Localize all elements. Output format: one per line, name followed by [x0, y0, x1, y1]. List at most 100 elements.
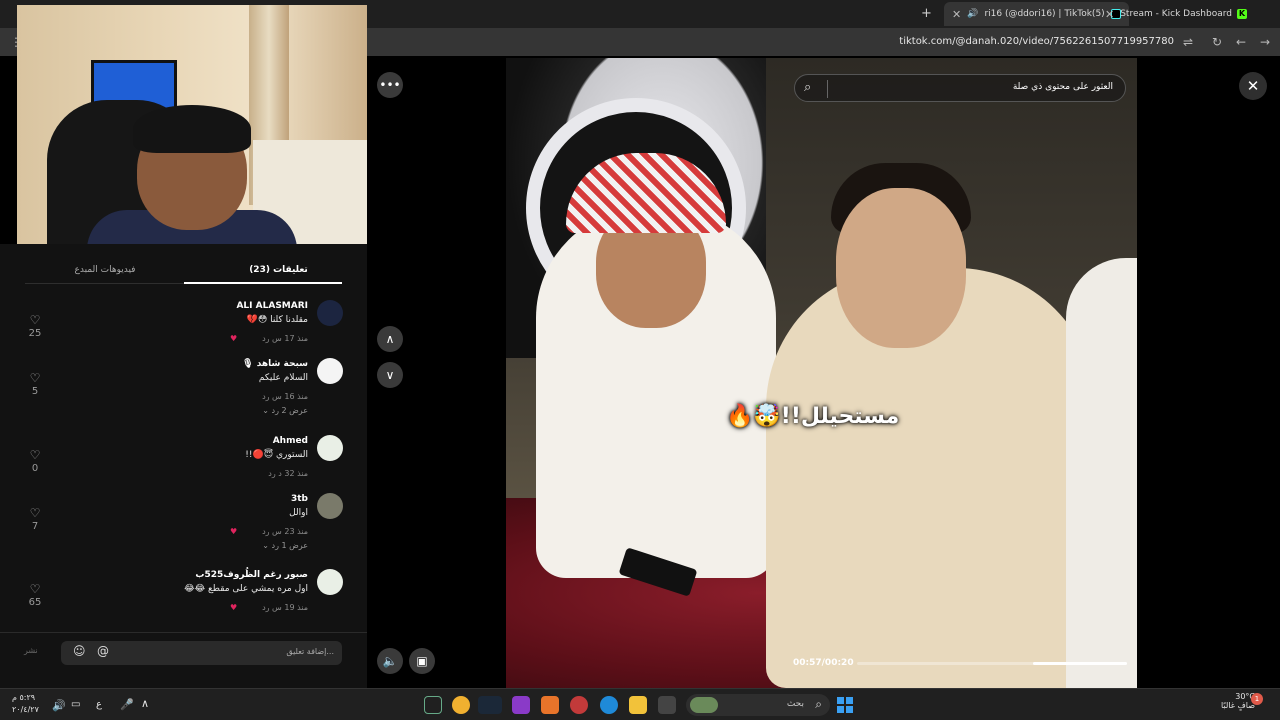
view-replies-button[interactable]: عرض 2 رد ⌄ [262, 406, 308, 415]
video-time: 00:57/00:20 [793, 658, 854, 668]
comment-meta[interactable]: منذ 17 س رد [262, 334, 308, 343]
microphone-icon[interactable]: 🎤 [120, 698, 134, 711]
video-viewer: ••• ∧ ∨ 🔈 ▣ مستحيلل!!🤯🔥 ⌕ العثور على محت… [367, 56, 1280, 688]
speaker-icon[interactable]: 🔊 [52, 699, 66, 712]
language-indicator[interactable]: ع [96, 699, 102, 710]
app-icon-4[interactable] [512, 696, 530, 714]
comment-placeholder: إضافة تعليق... [286, 647, 334, 656]
emoji-icon[interactable]: ☺ [73, 644, 86, 658]
comment-input-bar: نشر ☺ @ إضافة تعليق... [0, 632, 367, 688]
video-player[interactable]: مستحيلل!!🤯🔥 ⌕ العثور على محتوى ذي صلة 00… [506, 58, 1137, 688]
view-replies-button[interactable]: عرض 1 رد ⌄ [262, 541, 308, 550]
post-button[interactable]: نشر [24, 646, 38, 655]
comment-author[interactable]: 3tb [291, 494, 308, 504]
search-icon[interactable]: ⌕ [804, 80, 811, 95]
related-search-text: العثور على محتوى ذي صلة [1012, 82, 1113, 92]
app-icon-2[interactable] [452, 696, 470, 714]
next-video-icon[interactable]: ∨ [377, 362, 403, 388]
comment-text: السلام عليكم [258, 373, 308, 383]
tab-title: ri16 (@ddori16) | TikTok(5) [984, 9, 1105, 19]
weather-desc: صافٍ غالبًا [1221, 701, 1255, 710]
like-button[interactable]: ♡ 25 [25, 314, 45, 339]
creator-liked-icon: ♥ [230, 334, 238, 343]
file-explorer-icon[interactable] [629, 696, 647, 714]
mention-icon[interactable]: @ [97, 644, 109, 658]
comment-text: اول مره يمشي على مقطع 😂😂 [184, 584, 308, 594]
weather-temp: 30°C [1235, 692, 1255, 701]
avatar[interactable] [317, 435, 343, 461]
avatar[interactable] [317, 569, 343, 595]
close-tab-icon[interactable]: ✕ [952, 8, 961, 21]
comment-text: اوالل [289, 508, 308, 518]
volume-icon[interactable]: 🔈 [377, 648, 403, 674]
url-field[interactable]: tiktok.com/@danah.020/video/756226150771… [899, 36, 1174, 47]
network-icon[interactable]: ▭ [71, 699, 80, 710]
avatar[interactable] [317, 300, 343, 326]
video-progress-fill [1032, 662, 1127, 665]
new-tab-button[interactable]: + [921, 6, 932, 21]
heart-icon[interactable]: ♡ [25, 314, 45, 326]
comment-meta[interactable]: منذ 23 س رد [262, 527, 308, 536]
notification-badge[interactable]: 1 [1251, 693, 1263, 705]
face-center [836, 188, 966, 348]
comment-item: سبحة شاهد 🎙 السلام عليكم منذ 16 س رد عرض… [25, 358, 343, 418]
like-button[interactable]: ♡ 65 [25, 583, 45, 608]
start-button-icon[interactable] [837, 697, 853, 713]
comment-meta[interactable]: منذ 19 س رد [262, 603, 308, 612]
comment-author[interactable]: Ahmed [273, 436, 308, 446]
creator-liked-icon: ♥ [230, 527, 238, 536]
clock-time[interactable]: ٥:٢٩ م [12, 693, 35, 702]
reload-icon[interactable]: ↻ [1212, 35, 1222, 49]
forward-icon[interactable]: ← [1236, 35, 1246, 49]
comment-author[interactable]: صبور رغم الظُروف525ب [195, 570, 308, 580]
comment-author[interactable]: سبحة شاهد 🎙 [242, 359, 308, 369]
video-progress-bar[interactable] [857, 662, 1127, 665]
kick-favicon-icon[interactable]: K [1237, 9, 1247, 19]
comment-text: الستوري 😇🔴!! [245, 450, 308, 460]
previous-video-icon[interactable]: ∧ [377, 326, 403, 352]
app-icon-5[interactable] [541, 696, 559, 714]
like-button[interactable]: ♡ 0 [25, 449, 45, 474]
picture-in-picture-icon[interactable]: ▣ [409, 648, 435, 674]
close-video-button[interactable]: ✕ [1239, 72, 1267, 100]
comment-text: مقلدنا كلنا 😳💔 [246, 315, 308, 325]
site-settings-icon[interactable]: ⇌ [1183, 35, 1193, 49]
tab-audio-icon[interactable]: 🔊 [967, 9, 978, 19]
steam-icon[interactable] [478, 696, 502, 714]
like-count: 25 [28, 328, 42, 339]
tab-creator-videos[interactable]: فيديوهات المبدع [25, 265, 185, 275]
comment-meta[interactable]: منذ 16 س رد [262, 392, 308, 401]
comment-input[interactable]: ☺ @ إضافة تعليق... [61, 641, 342, 665]
clock-date[interactable]: ٢٠/٤/٢٧ [12, 705, 39, 714]
active-tab-indicator [184, 282, 342, 284]
taskbar-search[interactable]: بحث ⌕ [686, 694, 830, 716]
like-count: 5 [31, 386, 39, 397]
heart-icon[interactable]: ♡ [25, 449, 45, 461]
creator-liked-icon: ♥ [230, 603, 238, 612]
tab-comments[interactable]: (23) تعليقات [215, 265, 342, 275]
comment-author[interactable]: ALI ALASMARI [236, 301, 308, 311]
tab-tiktok[interactable]: ✕ 🔊 ri16 (@ddori16) | TikTok(5) [944, 2, 1129, 26]
back-icon[interactable]: → [1260, 35, 1270, 49]
close-tab-icon[interactable]: ✕ [1105, 8, 1114, 21]
app-icon-6[interactable] [570, 696, 588, 714]
like-count: 65 [28, 597, 42, 608]
task-view-icon[interactable] [658, 696, 676, 714]
edge-icon[interactable] [600, 696, 618, 714]
heart-icon[interactable]: ♡ [25, 507, 45, 519]
comment-meta[interactable]: منذ 32 د رد [268, 469, 308, 478]
like-button[interactable]: ♡ 5 [25, 372, 45, 397]
avatar[interactable] [317, 493, 343, 519]
tab-title: Stream - Kick Dashboard [1120, 9, 1233, 19]
like-button[interactable]: ♡ 7 [25, 507, 45, 532]
streamer-hair [133, 105, 251, 153]
heart-icon[interactable]: ♡ [25, 583, 45, 595]
related-search-bar[interactable]: ⌕ العثور على محتوى ذي صلة [794, 74, 1126, 102]
avatar[interactable] [317, 358, 343, 384]
more-options-icon[interactable]: ••• [377, 72, 403, 98]
heart-icon[interactable]: ♡ [25, 372, 45, 384]
weather-widget[interactable]: 30°C صافٍ غالبًا [1211, 692, 1255, 710]
tray-expand-icon[interactable]: ∧ [141, 697, 149, 710]
app-icon-1[interactable] [424, 696, 442, 714]
tab-kick[interactable]: ✕ Stream - Kick Dashboard [1105, 4, 1232, 24]
